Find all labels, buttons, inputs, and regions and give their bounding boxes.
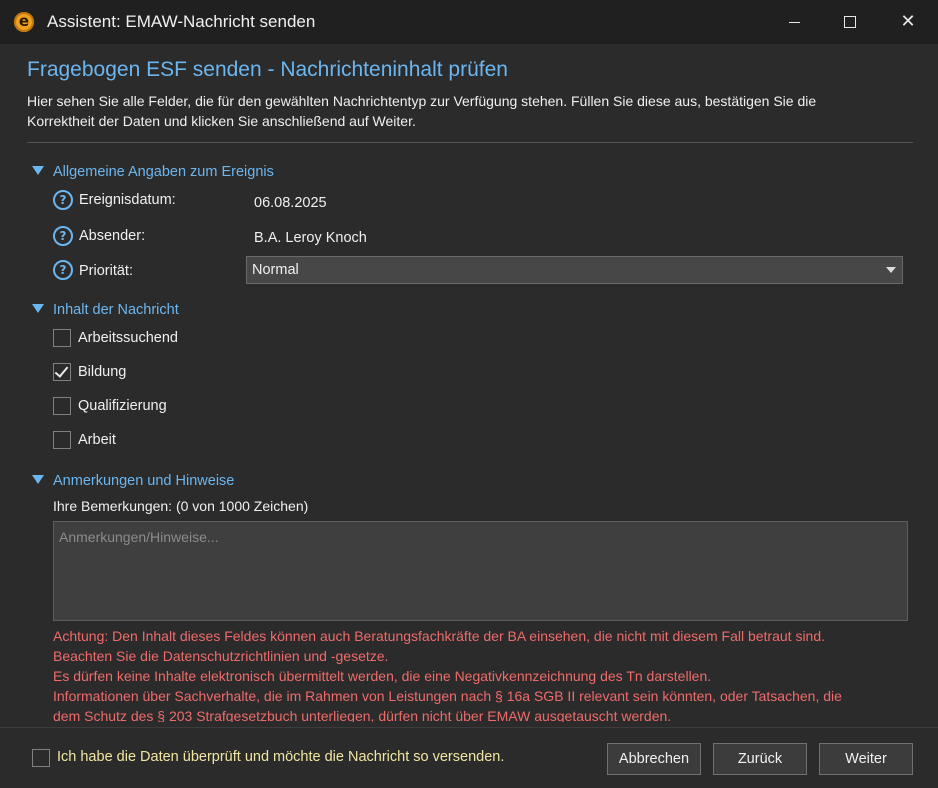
intro-line-2: Korrektheit der Daten und klicken Sie an… — [27, 113, 416, 129]
help-icon[interactable]: ? — [53, 226, 73, 246]
priority-label: Priorität: — [79, 263, 133, 279]
confirm-label[interactable]: Ich habe die Daten überprüft und möchte … — [57, 749, 504, 765]
checkbox-arbeitssuchend[interactable] — [53, 329, 71, 347]
confirm-checkbox[interactable] — [32, 749, 50, 767]
section-content-header[interactable]: Inhalt der Nachricht — [32, 302, 179, 318]
close-button[interactable]: ✕ — [892, 8, 924, 36]
section-general-title: Allgemeine Angaben zum Ereignis — [53, 164, 274, 180]
collapse-triangle-icon — [32, 304, 44, 313]
footer-divider — [0, 727, 938, 728]
checkbox-bildung[interactable] — [53, 363, 71, 381]
sender-value: B.A. Leroy Knoch — [254, 230, 367, 246]
collapse-triangle-icon — [32, 166, 44, 175]
remarks-label: Ihre Bemerkungen: (0 von 1000 Zeichen) — [53, 498, 309, 514]
section-content-title: Inhalt der Nachricht — [53, 302, 179, 318]
date-label: Ereignisdatum: — [79, 192, 176, 208]
cancel-button[interactable]: Abbrechen — [607, 743, 701, 775]
header-divider — [27, 142, 913, 143]
remarks-placeholder: Anmerkungen/Hinweise... — [59, 529, 219, 545]
help-icon[interactable]: ? — [53, 260, 73, 280]
minimize-button[interactable] — [778, 8, 810, 36]
remarks-textarea[interactable]: Anmerkungen/Hinweise... — [53, 521, 908, 621]
warning-line: Achtung: Den Inhalt dieses Feldes können… — [53, 628, 826, 644]
sender-label: Absender: — [79, 228, 146, 244]
checkbox-label[interactable]: Bildung — [78, 364, 126, 380]
priority-selected-value: Normal — [252, 262, 299, 278]
page-title: Fragebogen ESF senden - Nachrichteninhal… — [27, 58, 508, 81]
privacy-warning: Achtung: Den Inhalt dieses Feldes können… — [53, 626, 913, 722]
maximize-icon — [844, 16, 856, 28]
window-title: Assistent: EMAW-Nachricht senden — [47, 12, 316, 31]
checkbox-arbeit[interactable] — [53, 431, 71, 449]
section-general-header[interactable]: Allgemeine Angaben zum Ereignis — [32, 164, 274, 180]
checkbox-label[interactable]: Arbeitssuchend — [78, 330, 178, 346]
chevron-down-icon — [886, 267, 896, 273]
collapse-triangle-icon — [32, 475, 44, 484]
warning-line: dem Schutz des § 203 Strafgesetzbuch unt… — [53, 708, 672, 722]
section-notes-title: Anmerkungen und Hinweise — [53, 473, 235, 489]
maximize-button[interactable] — [834, 8, 866, 36]
minimize-icon — [788, 21, 800, 23]
date-value: 06.08.2025 — [254, 195, 327, 211]
warning-line: Informationen über Sachverhalte, die im … — [53, 688, 842, 704]
warning-line: Es dürfen keine Inhalte elektronisch übe… — [53, 668, 712, 684]
checkbox-label[interactable]: Qualifizierung — [78, 398, 167, 414]
next-button[interactable]: Weiter — [819, 743, 913, 775]
warning-line: Beachten Sie die Datenschutzrichtlinien … — [53, 648, 389, 664]
intro-line-1: Hier sehen Sie alle Felder, die für den … — [27, 93, 817, 109]
app-logo-icon: e — [14, 12, 34, 32]
title-bar: e Assistent: EMAW-Nachricht senden ✕ — [0, 0, 938, 44]
back-button[interactable]: Zurück — [713, 743, 807, 775]
priority-select[interactable]: Normal — [246, 256, 903, 284]
section-notes-header[interactable]: Anmerkungen und Hinweise — [32, 473, 234, 489]
checkbox-qualifizierung[interactable] — [53, 397, 71, 415]
close-icon: ✕ — [900, 11, 916, 32]
help-icon[interactable]: ? — [53, 190, 73, 210]
checkbox-label[interactable]: Arbeit — [78, 432, 116, 448]
intro-text: Hier sehen Sie alle Felder, die für den … — [27, 91, 907, 131]
